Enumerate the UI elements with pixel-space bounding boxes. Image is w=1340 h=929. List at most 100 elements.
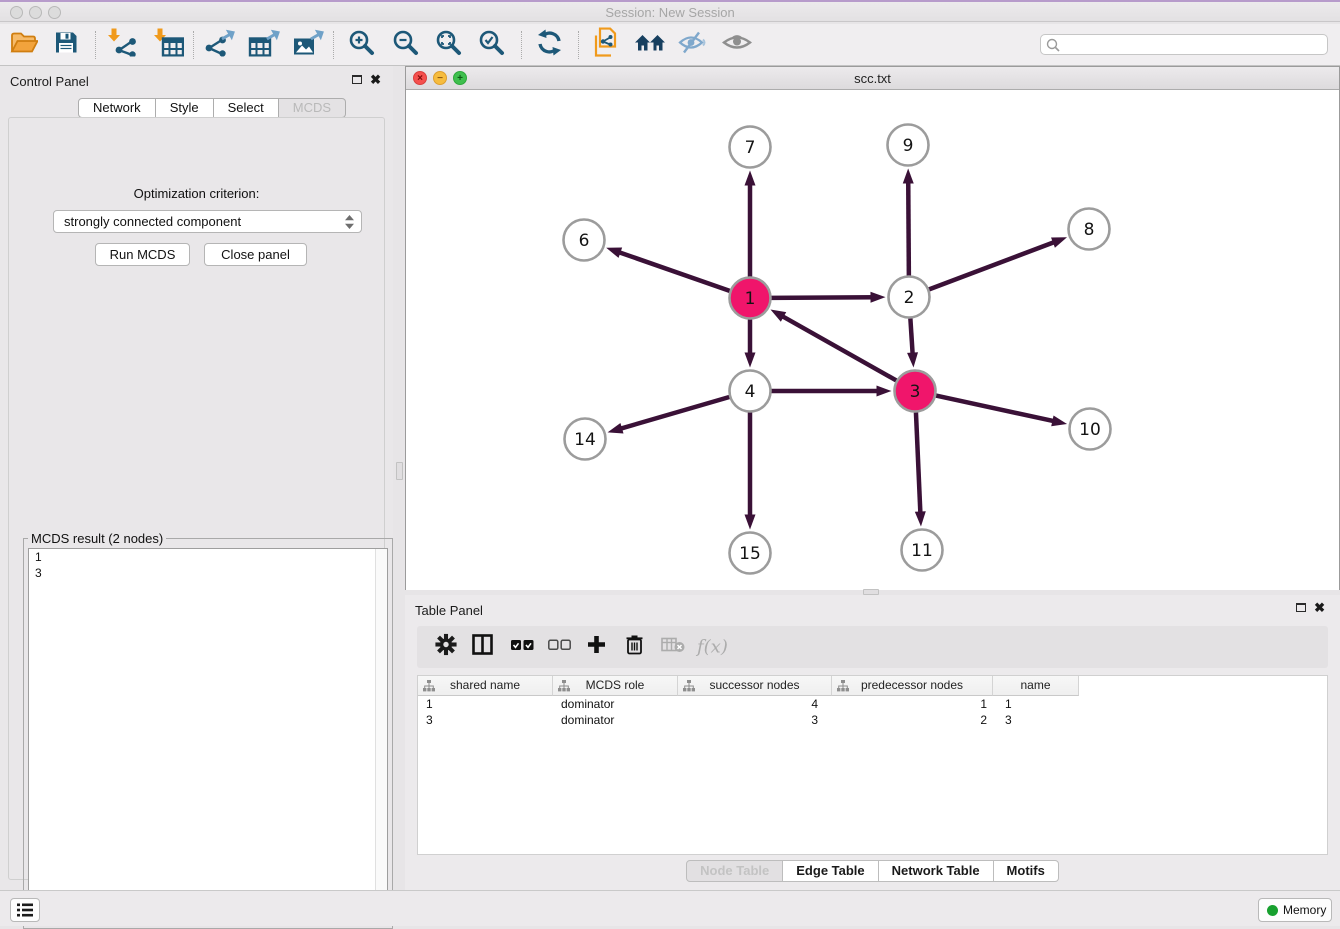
criterion-dropdown[interactable]: strongly connected component — [53, 210, 362, 233]
graph-node-1[interactable]: 1 — [730, 278, 771, 319]
column-header-successor-nodes[interactable]: successor nodes — [678, 676, 832, 696]
select-all-icon[interactable] — [511, 638, 534, 656]
graph-edge-arrowhead — [903, 168, 914, 183]
graph-node-6[interactable]: 6 — [564, 220, 605, 261]
graph-edge-1-2[interactable] — [771, 297, 876, 298]
network-canvas[interactable]: 7 9 6 8 1 2 4 3 14 10 15 11 — [406, 90, 1339, 590]
zoom-in-icon[interactable] — [348, 29, 375, 61]
refresh-icon[interactable] — [536, 29, 563, 61]
zoom-selected-icon[interactable] — [478, 29, 505, 61]
add-column-icon[interactable] — [587, 635, 606, 659]
column-header-name[interactable]: name — [993, 676, 1079, 696]
table-panel-title: Table Panel — [415, 603, 483, 618]
graph-edge-3-10[interactable] — [936, 396, 1058, 423]
run-mcds-button[interactable]: Run MCDS — [95, 243, 190, 266]
function-builder-icon: f(x) — [697, 637, 728, 658]
unselect-all-icon[interactable] — [548, 638, 571, 656]
node-table: shared name MCDS role successor nodes prede… — [417, 675, 1328, 855]
table-cell: dominator — [553, 697, 678, 713]
graph-edge-arrowhead — [877, 386, 892, 397]
clone-network-icon[interactable] — [592, 27, 620, 62]
task-history-button[interactable] — [10, 898, 40, 922]
graph-edge-3-11[interactable] — [916, 412, 921, 517]
close-table-panel-icon[interactable]: ✖ — [1314, 603, 1325, 613]
control-panel: Control Panel ✖ NetworkStyleSelectMCDS O… — [0, 66, 393, 890]
column-header-label: MCDS role — [586, 678, 645, 692]
graph-edge-3-1[interactable] — [778, 314, 896, 380]
control-tab-network[interactable]: Network — [78, 98, 156, 118]
delete-column-icon[interactable] — [626, 635, 643, 660]
open-file-icon[interactable] — [10, 30, 38, 59]
graph-edge-1-6[interactable] — [615, 251, 730, 291]
search-icon — [1046, 38, 1060, 52]
table-header-row: shared name MCDS role successor nodes prede… — [418, 676, 1079, 696]
mcds-result-item[interactable]: 3 — [29, 565, 387, 581]
column-header-MCDS-role[interactable]: MCDS role — [553, 676, 678, 696]
table-cell: 3 — [678, 713, 832, 729]
graph-node-4[interactable]: 4 — [730, 371, 771, 412]
network-window-titlebar[interactable]: × − + scc.txt — [406, 67, 1339, 90]
graph-node-10[interactable]: 10 — [1070, 409, 1111, 450]
graph-node-7[interactable]: 7 — [730, 127, 771, 168]
svg-text:14: 14 — [574, 430, 596, 450]
float-table-panel-icon[interactable] — [1296, 603, 1306, 612]
save-session-icon[interactable] — [54, 30, 78, 59]
export-network-icon[interactable] — [204, 28, 236, 61]
graph-edge-arrowhead — [745, 515, 756, 530]
table-cell: 4 — [678, 697, 832, 713]
graph-node-3[interactable]: 3 — [895, 371, 936, 412]
export-image-icon[interactable] — [292, 28, 326, 61]
table-toolbar: f(x) — [417, 626, 1328, 668]
preview-icon[interactable] — [722, 31, 752, 58]
vertical-splitter-handle[interactable] — [396, 462, 403, 480]
zoom-out-icon[interactable] — [392, 29, 419, 61]
graph-edge-arrowhead — [1051, 237, 1067, 247]
column-type-icon — [837, 680, 849, 692]
table-tab-node-table[interactable]: Node Table — [686, 860, 783, 882]
control-tab-select[interactable]: Select — [214, 98, 279, 118]
export-table-icon[interactable] — [248, 28, 282, 61]
column-type-icon — [423, 680, 435, 692]
table-tab-edge-table[interactable]: Edge Table — [783, 860, 878, 882]
table-panel-header: Table Panel ✖ — [405, 595, 1340, 625]
graph-node-11[interactable]: 11 — [902, 530, 943, 571]
table-row[interactable]: 1dominator411 — [418, 697, 1327, 713]
table-row[interactable]: 3dominator323 — [418, 713, 1327, 729]
toolbar-separator — [193, 31, 194, 59]
graph-edge-arrowhead — [915, 511, 926, 526]
close-panel-button[interactable]: Close panel — [204, 243, 307, 266]
control-tab-mcds[interactable]: MCDS — [279, 98, 346, 118]
graph-node-9[interactable]: 9 — [888, 125, 929, 166]
float-panel-icon[interactable] — [352, 75, 362, 84]
import-table-icon[interactable] — [152, 28, 184, 61]
table-tab-network-table[interactable]: Network Table — [879, 860, 994, 882]
graph-edge-2-3[interactable] — [910, 318, 913, 358]
graph-edge-2-9[interactable] — [908, 177, 909, 275]
result-scrollbar[interactable] — [375, 549, 387, 922]
import-network-icon[interactable] — [106, 28, 138, 61]
graph-edge-arrowhead — [907, 352, 918, 367]
graph-edge-arrowhead — [606, 248, 622, 258]
zoom-fit-icon[interactable] — [435, 29, 462, 61]
graph-node-14[interactable]: 14 — [565, 419, 606, 460]
mcds-result-item[interactable]: 1 — [29, 549, 387, 565]
column-header-label: predecessor nodes — [861, 678, 963, 692]
graph-edge-4-14[interactable] — [616, 397, 729, 430]
table-mode-icon[interactable] — [472, 634, 493, 660]
close-panel-icon[interactable]: ✖ — [370, 75, 381, 85]
column-header-shared-name[interactable]: shared name — [418, 676, 553, 696]
memory-button[interactable]: Memory — [1258, 898, 1332, 922]
control-tab-style[interactable]: Style — [156, 98, 214, 118]
graph-node-15[interactable]: 15 — [730, 533, 771, 574]
show-hide-icon[interactable] — [678, 30, 706, 59]
column-header-predecessor-nodes[interactable]: predecessor nodes — [832, 676, 993, 696]
table-tab-motifs[interactable]: Motifs — [994, 860, 1059, 882]
graph-node-8[interactable]: 8 — [1069, 209, 1110, 250]
graph-edge-2-8[interactable] — [929, 240, 1058, 289]
search-input[interactable] — [1063, 36, 1323, 53]
column-settings-icon[interactable] — [435, 634, 457, 661]
mcds-result-list[interactable]: 13 — [28, 548, 388, 923]
svg-text:10: 10 — [1079, 420, 1101, 440]
first-neighbors-icon[interactable] — [634, 30, 666, 59]
graph-node-2[interactable]: 2 — [889, 277, 930, 318]
